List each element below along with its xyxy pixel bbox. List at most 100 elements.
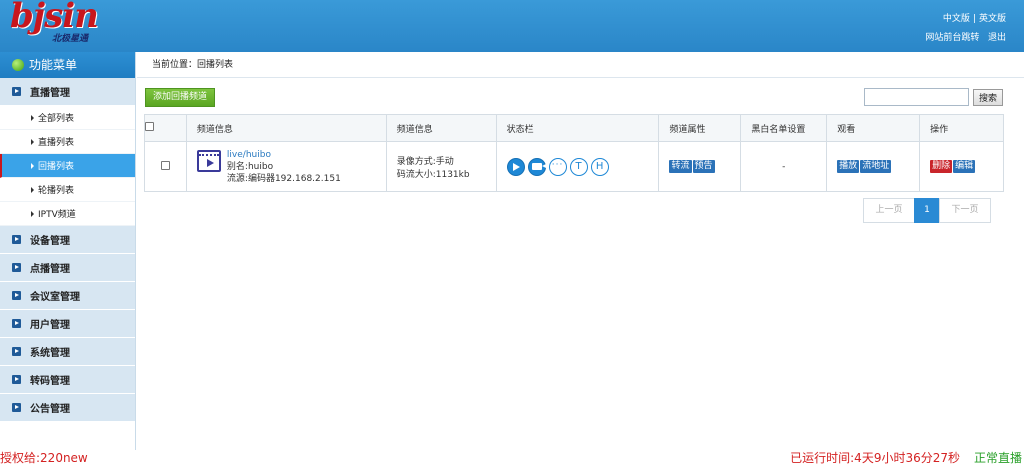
search-input[interactable] xyxy=(864,88,969,106)
h-status-icon[interactable]: H xyxy=(590,157,609,176)
column-header: 频道属性 xyxy=(658,114,742,142)
channel-alias: 别名:huibo xyxy=(226,161,274,172)
video-file-icon xyxy=(196,149,221,172)
sidebar-item-live-list[interactable]: 直播列表 xyxy=(0,130,135,154)
caret-right-icon xyxy=(31,114,34,121)
sidebar-group-label: 转码管理 xyxy=(30,376,70,387)
front-site-link[interactable]: 网站前台跳转 xyxy=(925,33,979,43)
row-checkbox[interactable] xyxy=(160,160,170,170)
t-status-icon[interactable]: T xyxy=(569,157,588,176)
sidebar-item-label: 直播列表 xyxy=(38,138,75,148)
sidebar-item-carousel-list[interactable]: 轮播列表 xyxy=(0,178,135,202)
menu-arrow-icon xyxy=(12,291,21,300)
breadcrumb: 当前位置：回播列表 xyxy=(137,52,1024,78)
play-status-icon[interactable] xyxy=(506,157,525,176)
record-info-cell: 录像方式:手动 码流大小:1131kb xyxy=(385,141,497,192)
camera-status-icon[interactable] xyxy=(527,157,546,176)
status-footer: 授权给:220new 已运行时间:4天9小时36分27秒 正常直播 xyxy=(0,450,1024,467)
watch-cell: 播放 流地址 xyxy=(826,141,921,192)
sidebar-group-label: 系统管理 xyxy=(30,348,70,359)
runtime-text: 已运行时间:4天9小时36分27秒 xyxy=(790,451,960,465)
license-text: 授权给:220new xyxy=(0,451,88,465)
sidebar-item-replay-list[interactable]: 回播列表 xyxy=(0,154,135,178)
sidebar-group-meeting[interactable]: 会议室管理 xyxy=(0,282,135,310)
stream-url-button[interactable]: 流地址 xyxy=(860,160,892,173)
select-all-cell xyxy=(144,114,187,142)
sidebar-group-device[interactable]: 设备管理 xyxy=(0,226,135,254)
add-replay-channel-button[interactable]: 添加回播频道 xyxy=(145,88,216,107)
toolbar: 添加回播频道 搜索 xyxy=(145,88,1015,108)
sidebar-group-label: 用户管理 xyxy=(30,320,70,331)
status-cell: T H xyxy=(495,141,660,192)
menu-arrow-icon xyxy=(12,235,21,244)
sidebar-item-label: 全部列表 xyxy=(38,114,75,124)
channel-info-cell: live/huibo 别名:huibo 流源:编码器192.168.2.151 xyxy=(185,141,387,192)
sidebar-group-notice[interactable]: 公告管理 xyxy=(0,394,135,422)
sidebar-group-transcode[interactable]: 转码管理 xyxy=(0,366,135,394)
sidebar-title-label: 功能菜单 xyxy=(29,58,78,72)
lang-chinese-link[interactable]: 中文版 xyxy=(943,14,970,24)
sidebar-item-iptv[interactable]: IPTV频道 xyxy=(0,202,135,226)
live-state-text: 正常直播 xyxy=(973,451,1022,465)
delete-button[interactable]: 删除 xyxy=(930,160,953,173)
sidebar-group-system[interactable]: 系统管理 xyxy=(0,338,135,366)
sidebar-group-label: 点播管理 xyxy=(30,264,70,275)
sidebar-item-label: 轮播列表 xyxy=(38,186,75,196)
top-header: bjsin 北极星通 中文版 | 英文版 网站前台跳转 退出 xyxy=(0,0,1024,52)
sidebar-title: 功能菜单 xyxy=(0,52,135,78)
top-links: 中文版 | 英文版 网站前台跳转 退出 xyxy=(925,10,1006,48)
caret-right-icon xyxy=(31,162,34,169)
table-row: live/huibo 别名:huibo 流源:编码器192.168.2.151 … xyxy=(144,141,1004,192)
caret-right-icon xyxy=(31,210,34,217)
search-button[interactable]: 搜索 xyxy=(973,89,1003,106)
row-select-cell xyxy=(144,141,187,192)
next-page-button[interactable]: 下一页 xyxy=(939,198,991,223)
menu-arrow-icon xyxy=(12,87,21,96)
record-mode: 录像方式:手动 xyxy=(396,156,454,167)
menu-arrow-icon xyxy=(12,375,21,384)
sidebar-group-vod[interactable]: 点播管理 xyxy=(0,254,135,282)
edit-button[interactable]: 编辑 xyxy=(953,160,976,173)
column-header: 状态栏 xyxy=(495,114,660,142)
channel-link[interactable]: live/huibo xyxy=(227,149,341,161)
select-all-checkbox[interactable] xyxy=(145,122,154,131)
column-header: 频道信息 xyxy=(185,114,387,142)
stream-size: 码流大小:1131kb xyxy=(396,169,470,180)
caret-right-icon xyxy=(31,138,34,145)
column-header: 观看 xyxy=(826,114,921,142)
column-header: 黑白名单设置 xyxy=(740,114,828,142)
attribute-cell: 转流 预告 xyxy=(658,141,742,192)
menu-arrow-icon xyxy=(12,347,21,356)
sidebar-item-label: 回播列表 xyxy=(38,162,75,172)
pagination: 上一页 1 下一页 xyxy=(863,198,991,223)
sidebar-group-label: 会议室管理 xyxy=(30,292,80,303)
sidebar-item-label: IPTV频道 xyxy=(38,210,76,220)
lang-separator: | xyxy=(972,14,976,24)
logo-subtitle: 北极星通 xyxy=(52,34,89,44)
sidebar-group-label: 直播管理 xyxy=(30,88,70,99)
relay-tag-button[interactable]: 转流 xyxy=(669,160,692,173)
menu-arrow-icon xyxy=(12,263,21,272)
sidebar-group-label: 公告管理 xyxy=(30,404,70,415)
operation-cell: 删除 编辑 xyxy=(919,141,1004,192)
play-button[interactable]: 播放 xyxy=(837,160,860,173)
menu-arrow-icon xyxy=(12,319,21,328)
more-status-icon[interactable] xyxy=(548,157,567,176)
prev-page-button[interactable]: 上一页 xyxy=(863,198,915,223)
brand-logo[interactable]: bjsin 北极星通 xyxy=(4,0,124,48)
menu-arrow-icon xyxy=(12,403,21,412)
blacklist-cell: - xyxy=(740,141,828,192)
main-content: 当前位置：回播列表 添加回播频道 搜索 频道信息 频道信息 状态栏 频道属性 黑… xyxy=(137,52,1024,450)
sidebar-item-all-list[interactable]: 全部列表 xyxy=(0,106,135,130)
preview-tag-button[interactable]: 预告 xyxy=(692,160,715,173)
replay-table: 频道信息 频道信息 状态栏 频道属性 黑白名单设置 观看 操作 live/hui… xyxy=(144,114,1004,192)
column-header: 操作 xyxy=(919,114,1004,142)
lang-english-link[interactable]: 英文版 xyxy=(979,14,1006,24)
current-page-button[interactable]: 1 xyxy=(914,198,940,223)
sidebar-group-user[interactable]: 用户管理 xyxy=(0,310,135,338)
sidebar-group-live[interactable]: 直播管理 xyxy=(0,78,135,106)
column-header: 频道信息 xyxy=(385,114,497,142)
logout-link[interactable]: 退出 xyxy=(988,33,1006,43)
green-ball-icon xyxy=(12,59,24,71)
table-header-row: 频道信息 频道信息 状态栏 频道属性 黑白名单设置 观看 操作 xyxy=(144,114,1004,142)
